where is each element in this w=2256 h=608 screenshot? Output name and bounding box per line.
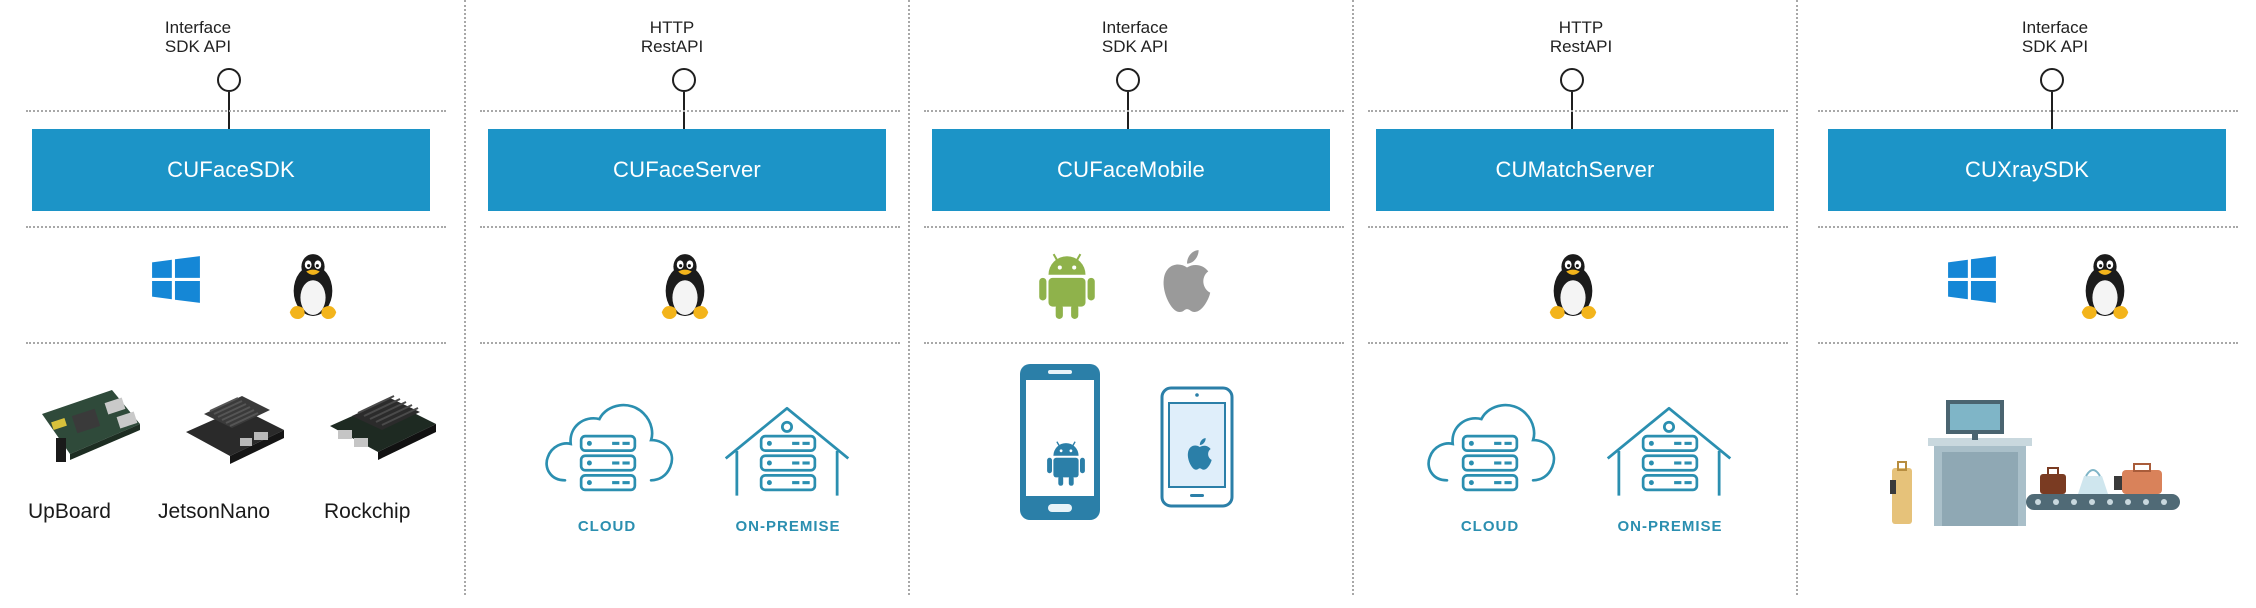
separator xyxy=(1818,110,2238,112)
deploy-label: ON-PREMISE xyxy=(1617,518,1723,535)
api-label: Interface SDK API xyxy=(910,18,1360,56)
server-stack-icon xyxy=(1459,432,1521,494)
jetson-nano-board-icon xyxy=(186,396,284,464)
separator xyxy=(26,226,446,228)
separator xyxy=(924,342,1344,344)
server-stack-icon xyxy=(1639,432,1701,494)
xray-baggage-scanner-icon xyxy=(1890,400,2180,526)
api-label-line: HTTP xyxy=(1558,18,1604,37)
api-label-line: SDK API xyxy=(1101,37,1169,56)
product-name: CUXraySDK xyxy=(1964,157,2090,182)
api-connector-icon xyxy=(217,68,241,92)
column-cufacesdk: Interface SDK API CUFaceSDK UpBoard Jets… xyxy=(8,0,458,608)
api-label-line: HTTP xyxy=(649,18,695,37)
column-cuxraysdk: Interface SDK API CUXraySDK xyxy=(1804,0,2254,608)
hardware-label: Rockchip xyxy=(324,500,411,523)
api-connector-icon xyxy=(2040,68,2064,92)
api-label: HTTP RestAPI xyxy=(447,18,897,56)
server-stack-icon xyxy=(577,432,639,494)
api-label-line: SDK API xyxy=(2021,37,2089,56)
separator xyxy=(1368,226,1788,228)
column-divider xyxy=(464,0,466,595)
api-label-line: RestAPI xyxy=(1549,37,1613,56)
rockchip-board-icon xyxy=(330,395,436,460)
windows-icon xyxy=(150,254,202,306)
product-box[interactable]: CUXraySDK xyxy=(1828,129,2226,211)
api-connector-icon xyxy=(1560,68,1584,92)
separator xyxy=(26,110,446,112)
hardware-label: JetsonNano xyxy=(158,500,271,523)
linux-tux-icon xyxy=(656,252,714,320)
separator xyxy=(924,226,1344,228)
api-label: HTTP RestAPI xyxy=(1356,18,1806,56)
hardware-label: UpBoard xyxy=(28,500,111,523)
separator xyxy=(480,226,900,228)
separator xyxy=(924,110,1344,112)
separator xyxy=(480,110,900,112)
api-label-line: RestAPI xyxy=(640,37,704,56)
linux-tux-icon xyxy=(284,252,342,320)
deploy-label: CLOUD xyxy=(1460,518,1520,535)
product-name: CUFaceMobile xyxy=(1057,157,1205,182)
windows-icon xyxy=(1946,254,1998,306)
iphone-icon xyxy=(1160,386,1234,508)
apple-icon xyxy=(1158,248,1216,316)
separator xyxy=(480,342,900,344)
api-connector-icon xyxy=(672,68,696,92)
product-name: CUFaceSDK xyxy=(167,157,295,182)
product-box[interactable]: CUFaceSDK xyxy=(32,129,430,211)
api-label-line: Interface xyxy=(164,18,232,37)
deploy-label: CLOUD xyxy=(577,518,637,535)
deploy-label: ON-PREMISE xyxy=(735,518,841,535)
api-label: Interface SDK API xyxy=(1830,18,2256,56)
android-icon xyxy=(1036,248,1098,320)
api-label-line: SDK API xyxy=(164,37,232,56)
api-label-line: Interface xyxy=(2021,18,2089,37)
column-cufaceserver: HTTP RestAPI CUFaceServer CLOUD ON-PREMI… xyxy=(472,0,922,608)
api-label: Interface SDK API xyxy=(0,18,423,56)
linux-tux-icon xyxy=(2076,252,2134,320)
product-name: CUMatchServer xyxy=(1495,157,1655,182)
column-cumatchserver: HTTP RestAPI CUMatchServer CLOUD ON-PREM… xyxy=(1360,0,1810,608)
separator xyxy=(1368,110,1788,112)
linux-tux-icon xyxy=(1544,252,1602,320)
api-connector-icon xyxy=(1116,68,1140,92)
product-box[interactable]: CUFaceMobile xyxy=(932,129,1330,211)
separator xyxy=(26,342,446,344)
upboard-board-icon xyxy=(42,390,140,462)
api-label-line: Interface xyxy=(1101,18,1169,37)
product-name: CUFaceServer xyxy=(613,157,761,182)
android-phone-icon xyxy=(1020,364,1100,520)
separator xyxy=(1818,342,2238,344)
column-cufacemobile: Interface SDK API CUFaceMobile xyxy=(916,0,1366,608)
separator xyxy=(1368,342,1788,344)
server-stack-icon xyxy=(757,432,819,494)
separator xyxy=(1818,226,2238,228)
product-box[interactable]: CUMatchServer xyxy=(1376,129,1774,211)
product-box[interactable]: CUFaceServer xyxy=(488,129,886,211)
